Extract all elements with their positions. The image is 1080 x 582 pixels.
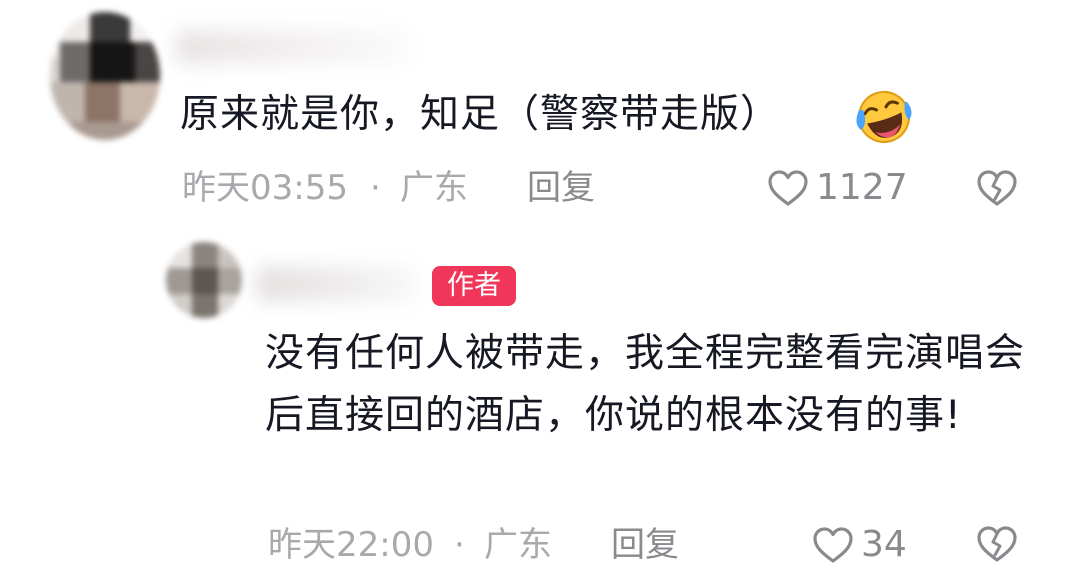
like-count: 34: [861, 524, 907, 565]
like-count: 1127: [816, 167, 908, 208]
reply-button[interactable]: 回复: [527, 165, 595, 211]
like-button[interactable]: 1127: [767, 165, 917, 211]
commenter-avatar[interactable]: [50, 12, 160, 140]
author-name-blurred[interactable]: [256, 266, 416, 302]
reply-text: 没有任何人被带走，我全程完整看完演唱会后直接回的酒店，你说的根本没有的事!: [265, 331, 1026, 438]
heart-outline-icon[interactable]: [767, 169, 809, 207]
reply-time: 昨天22:00: [268, 525, 434, 565]
laughing-crying-emoji-icon: [856, 91, 912, 143]
comment-text: 原来就是你，知足（警察带走版）: [180, 92, 781, 137]
reply-meta: 昨天22:00 · 广东 回复: [268, 522, 1042, 568]
author-avatar[interactable]: [166, 242, 242, 318]
commenter-name-blurred[interactable]: [175, 30, 410, 64]
broken-heart-icon[interactable]: [976, 524, 1018, 564]
like-button[interactable]: 34: [812, 522, 922, 568]
author-badge: 作者: [432, 266, 516, 306]
heart-outline-icon[interactable]: [812, 526, 854, 564]
reply-button[interactable]: 回复: [611, 522, 679, 568]
meta-separator: ·: [370, 168, 381, 208]
comment-time: 昨天03:55: [182, 168, 348, 208]
meta-separator: ·: [454, 525, 465, 565]
comment-region: 广东: [400, 168, 468, 208]
broken-heart-icon[interactable]: [976, 168, 1018, 208]
reply-region: 广东: [484, 525, 552, 565]
